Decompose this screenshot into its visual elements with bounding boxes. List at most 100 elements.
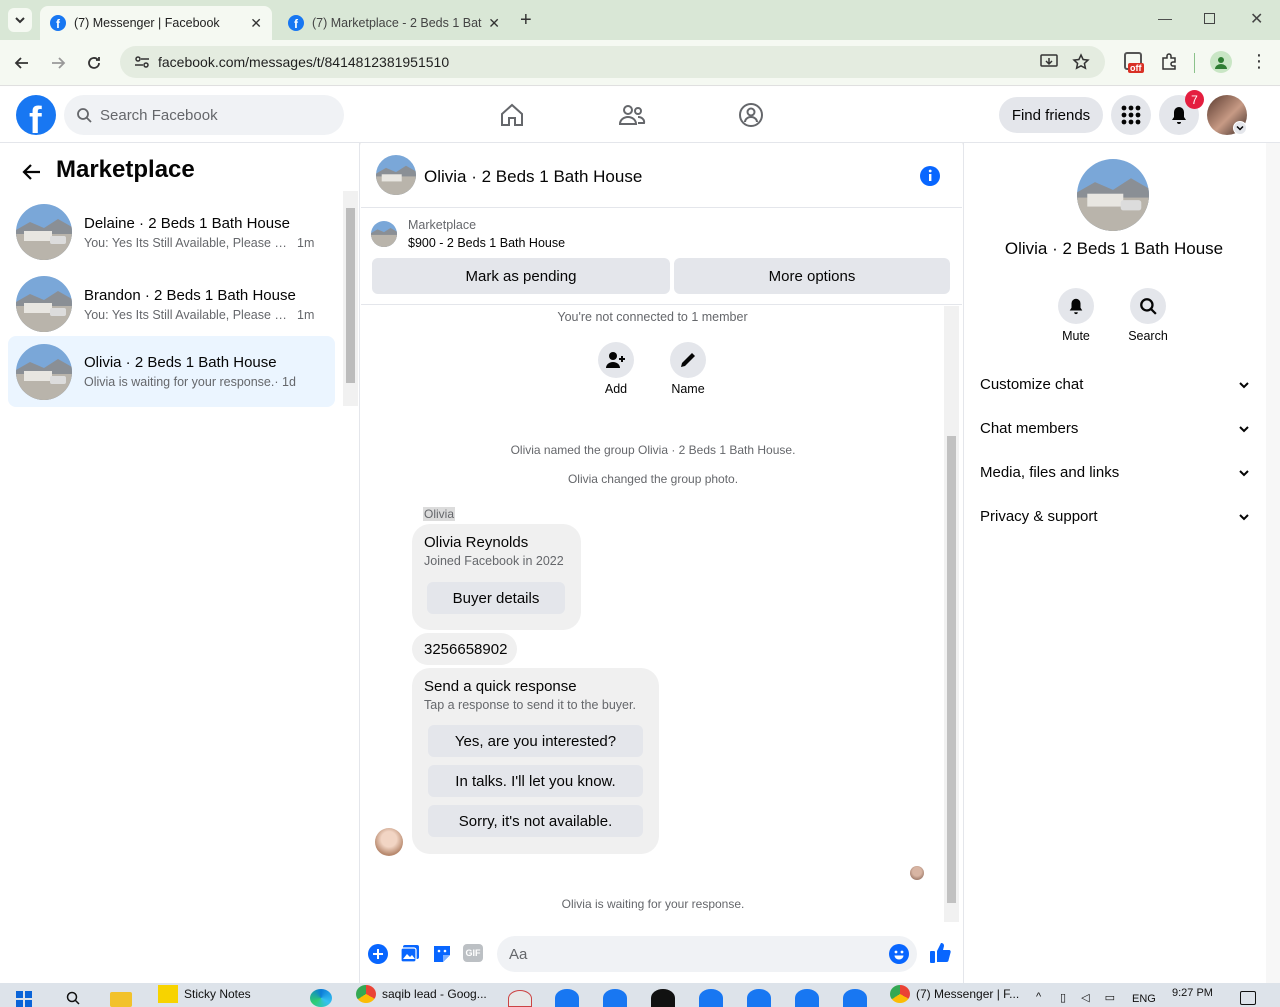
facebook-taskbar-icon[interactable]	[603, 989, 627, 1007]
address-bar[interactable]: facebook.com/messages/t/8414812381951510	[120, 46, 1105, 78]
sticker-icon[interactable]	[432, 944, 452, 964]
notification-center-icon[interactable]	[1240, 991, 1256, 1005]
chrome-icon	[890, 985, 910, 1003]
site-settings-icon[interactable]	[134, 54, 150, 70]
plus-circle-icon[interactable]	[368, 944, 388, 964]
app-icon[interactable]	[508, 990, 532, 1007]
back-arrow-icon[interactable]	[22, 163, 42, 181]
menu-button[interactable]	[1111, 95, 1151, 135]
search-icon[interactable]	[66, 991, 80, 1005]
taskbar-label: (7) Messenger | F...	[916, 987, 1020, 1001]
tray-icons[interactable]: ▯ ◁ ▭	[1060, 991, 1121, 1004]
conversation-item[interactable]: Brandon · 2 Beds 1 Bath House You: Yes I…	[8, 269, 335, 339]
new-tab-plus-icon[interactable]: +	[520, 10, 532, 30]
reload-icon[interactable]	[86, 55, 102, 71]
facebook-taskbar-icon[interactable]	[555, 989, 579, 1007]
listing-thumbnail[interactable]	[371, 221, 397, 247]
install-app-icon[interactable]	[1040, 54, 1058, 70]
restore-window-icon[interactable]	[1204, 13, 1215, 24]
tray-chevron-icon[interactable]: ^	[1036, 991, 1041, 1003]
quick-response-option[interactable]: Sorry, it's not available.	[428, 805, 643, 837]
name-label: Name	[671, 382, 705, 396]
emoji-icon[interactable]	[889, 944, 909, 964]
phone-message-bubble[interactable]: 3256658902	[412, 633, 517, 665]
extensions-puzzle-icon[interactable]	[1160, 53, 1178, 71]
chat-avatar[interactable]	[376, 155, 416, 195]
bell-icon	[1069, 298, 1083, 315]
quick-response-option[interactable]: In talks. I'll let you know.	[428, 765, 643, 797]
mute-button[interactable]	[1058, 288, 1094, 324]
mark-as-pending-button[interactable]: Mark as pending	[372, 258, 670, 294]
taskbar-chrome-messenger[interactable]: (7) Messenger | F...	[890, 985, 1019, 1003]
home-icon[interactable]	[499, 102, 525, 128]
edge-browser-icon[interactable]	[310, 989, 332, 1007]
chat-title[interactable]: Olivia · 2 Beds 1 Bath House	[424, 167, 642, 187]
taskbar-chrome-sheets[interactable]: saqib lead - Goog...	[356, 985, 487, 1003]
listing-thumbnail	[16, 204, 72, 260]
thumbs-up-icon[interactable]	[929, 942, 951, 964]
search-facebook-input[interactable]: Search Facebook	[64, 95, 344, 135]
chat-members-section[interactable]: Chat members	[980, 420, 1250, 437]
close-tab-icon[interactable]: ✕	[488, 15, 500, 32]
gif-icon[interactable]: GIF	[463, 944, 483, 962]
profile-icon[interactable]	[1210, 51, 1232, 73]
facebook-taskbar-icon[interactable]	[699, 989, 723, 1007]
group-photo[interactable]	[1077, 159, 1149, 231]
search-chat-button[interactable]	[1130, 288, 1166, 324]
notification-count-badge: 7	[1185, 90, 1204, 109]
minimize-window-icon[interactable]: —	[1158, 10, 1172, 26]
bookmark-star-icon[interactable]	[1072, 53, 1090, 71]
extension-icon[interactable]: off	[1124, 52, 1144, 73]
info-icon[interactable]	[919, 165, 941, 187]
bell-icon	[1172, 107, 1186, 124]
account-chevron-icon[interactable]	[1233, 121, 1247, 135]
privacy-support-section[interactable]: Privacy & support	[980, 508, 1250, 525]
taskbar-sticky-notes[interactable]: Sticky Notes	[158, 985, 251, 1003]
add-member-button[interactable]	[598, 342, 634, 378]
back-arrow-icon[interactable]	[14, 55, 30, 71]
system-message: Olivia changed the group photo.	[567, 472, 739, 486]
file-explorer-icon[interactable]	[110, 992, 132, 1007]
facebook-taskbar-icon[interactable]	[747, 989, 771, 1007]
page-scrollbar[interactable]	[1266, 143, 1280, 983]
facebook-taskbar-icon[interactable]	[843, 989, 867, 1007]
close-window-icon[interactable]: ✕	[1250, 9, 1263, 29]
conversation-item[interactable]: Delaine · 2 Beds 1 Bath House You: Yes I…	[8, 197, 335, 267]
listing-price-title[interactable]: $900 - 2 Beds 1 Bath House	[408, 236, 565, 250]
groups-icon[interactable]	[738, 102, 764, 128]
find-friends-button[interactable]: Find friends	[999, 97, 1103, 133]
photo-icon[interactable]	[400, 944, 420, 964]
media-files-links-section[interactable]: Media, files and links	[980, 464, 1250, 481]
clock-time[interactable]: 9:27 PM	[1172, 987, 1213, 999]
quick-response-option[interactable]: Yes, are you interested?	[428, 725, 643, 757]
input-language[interactable]: ENG	[1132, 993, 1156, 1005]
listing-label: Marketplace	[408, 218, 477, 232]
close-tab-icon[interactable]: ✕	[250, 15, 262, 32]
facebook-logo[interactable]: f	[16, 95, 56, 135]
buyer-details-button[interactable]: Buyer details	[427, 582, 565, 614]
name-group-button[interactable]	[670, 342, 706, 378]
more-options-button[interactable]: More options	[674, 258, 950, 294]
windows-start-icon[interactable]	[16, 991, 32, 1007]
conversation-list-scrollbar[interactable]	[343, 191, 358, 406]
tab-search-button[interactable]	[8, 8, 32, 32]
facebook-taskbar-icon[interactable]	[795, 989, 819, 1007]
tab-messenger[interactable]: f (7) Messenger | Facebook ✕	[40, 6, 272, 40]
toolbar-divider	[1194, 53, 1195, 73]
chat-scrollbar[interactable]	[944, 306, 959, 922]
message-input[interactable]: Aa	[497, 936, 917, 972]
conversation-name: Delaine · 2 Beds 1 Bath House	[84, 214, 290, 232]
conversation-item-selected[interactable]: Olivia · 2 Beds 1 Bath House Olivia is w…	[8, 336, 335, 407]
chevron-down-icon	[1239, 425, 1249, 432]
forward-arrow-icon[interactable]	[50, 55, 66, 71]
facebook-favicon-icon: f	[288, 15, 304, 31]
tab-marketplace[interactable]: f (7) Marketplace - 2 Beds 1 Bath ✕	[278, 6, 510, 40]
browser-menu-icon[interactable]: ⋮	[1250, 52, 1268, 70]
customize-chat-section[interactable]: Customize chat	[980, 376, 1250, 393]
friends-icon[interactable]	[618, 102, 646, 128]
listing-banner: Marketplace $900 - 2 Beds 1 Bath House M…	[361, 209, 962, 305]
tiktok-taskbar-icon[interactable]	[651, 989, 675, 1007]
grid-menu-icon	[1121, 105, 1141, 125]
olivia-avatar[interactable]	[375, 828, 403, 856]
facebook-header: f Search Facebook Find friends 7	[0, 87, 1280, 143]
